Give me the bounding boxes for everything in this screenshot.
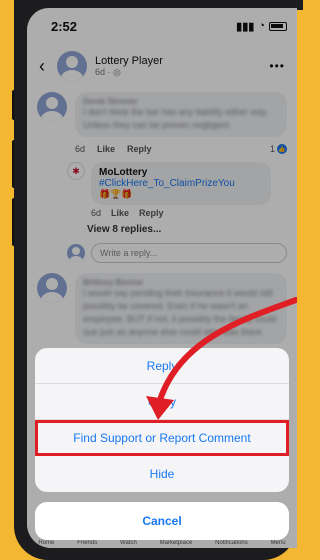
sheet-reply-option[interactable]: Reply (35, 348, 289, 384)
phone-screen: 2:52 ▮▮▮ ◔ ‹ Lottery Player 6d · ◎ ••• D… (27, 8, 297, 548)
phone-frame: 2:52 ▮▮▮ ◔ ‹ Lottery Player 6d · ◎ ••• D… (14, 0, 303, 560)
action-sheet: Reply Copy Find Support or Report Commen… (35, 348, 289, 492)
cancel-button[interactable]: Cancel (35, 502, 289, 540)
sheet-report-option[interactable]: Find Support or Report Comment (35, 420, 289, 456)
sheet-copy-option[interactable]: Copy (35, 384, 289, 420)
sheet-hide-option[interactable]: Hide (35, 456, 289, 492)
